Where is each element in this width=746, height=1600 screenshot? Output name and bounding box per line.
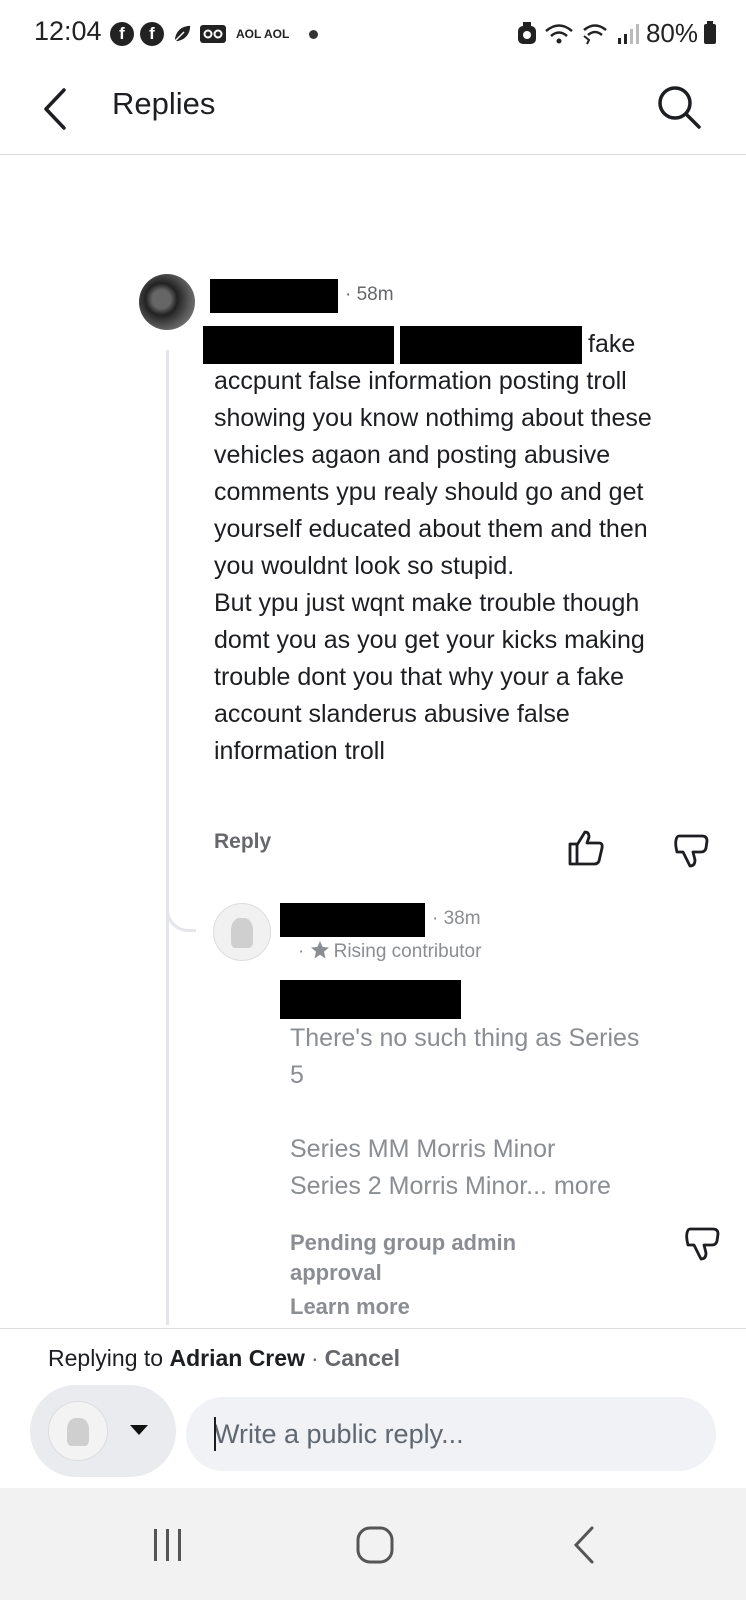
badge-separator: ·: [298, 941, 305, 962]
page-title: Replies: [112, 86, 216, 121]
user-avatar: [48, 1401, 108, 1461]
status-bar: 12:04 f f AOL AOL 80%: [0, 0, 746, 66]
back-arrow-icon[interactable]: [36, 84, 76, 134]
voicemail-icon: [200, 25, 226, 43]
comment-timestamp: · 58m: [345, 284, 394, 305]
leaf-icon: [173, 24, 192, 43]
redacted-mention: [203, 326, 394, 364]
redacted-mention: [280, 980, 461, 1019]
wifi-icon: [545, 23, 573, 43]
search-icon[interactable]: [654, 82, 704, 132]
reply-text-line: Series MM Morris Minor: [290, 1135, 556, 1163]
redacted-name: [280, 903, 425, 937]
home-icon[interactable]: [350, 1520, 400, 1570]
recent-apps-icon[interactable]: [143, 1520, 193, 1570]
alarm-icon: [517, 21, 536, 44]
reply-text-line: There's no such thing as Series: [290, 1024, 640, 1052]
back-icon[interactable]: [560, 1520, 610, 1570]
star-icon: [310, 941, 329, 959]
thread-connector: [166, 900, 196, 932]
reply-input[interactable]: [214, 1397, 716, 1471]
android-navigation-bar: [0, 1488, 746, 1600]
aol-label: AOL AOL: [236, 27, 290, 41]
clock: 12:04: [34, 16, 102, 46]
reply-avatar[interactable]: [213, 903, 271, 961]
reply-composer: Replying to Adrian Crew · Cancel: [0, 1328, 746, 1489]
system-icons: 80%: [516, 18, 716, 49]
more-notifications-dot: [309, 29, 319, 39]
learn-more-link[interactable]: Learn more: [290, 1294, 410, 1320]
facebook-icon: f: [140, 22, 164, 46]
commenter-avatar[interactable]: [139, 274, 195, 330]
reply-input-container[interactable]: [186, 1397, 716, 1471]
replying-to-label: Replying to: [48, 1345, 164, 1371]
cancel-reply-button[interactable]: Cancel: [325, 1345, 400, 1371]
notification-icons: f f AOL AOL: [110, 20, 319, 48]
pending-approval-label: Pending group admin approval: [290, 1230, 517, 1285]
dislike-icon[interactable]: [682, 1225, 722, 1265]
replies-header: Replies: [0, 66, 746, 155]
signal-icon: [617, 23, 639, 44]
contributor-badge: · Rising contributor: [298, 940, 481, 963]
thread-line: [166, 350, 169, 1325]
comment-text-start: fake: [588, 330, 636, 358]
reply-button[interactable]: Reply: [214, 830, 271, 854]
separator: ·: [310, 1345, 319, 1371]
battery-percent: 80%: [645, 18, 698, 48]
reply-timestamp: · 38m: [432, 908, 481, 929]
reply-text-line: 5: [290, 1061, 304, 1089]
text-cursor: [214, 1417, 216, 1451]
see-more-link[interactable]: more: [554, 1172, 611, 1200]
dislike-icon[interactable]: [671, 832, 711, 872]
replying-to-bar: Replying to Adrian Crew · Cancel: [48, 1345, 400, 1372]
wifi-calling-icon: [583, 23, 607, 44]
replying-to-name: Adrian Crew: [169, 1345, 305, 1371]
badge-label: Rising contributor: [333, 941, 482, 962]
redacted-name: [210, 279, 338, 313]
facebook-icon: f: [110, 22, 134, 46]
dropdown-caret-icon: [130, 1425, 148, 1435]
battery-icon: [704, 20, 716, 44]
comment-text: accpunt false information posting troll …: [214, 367, 652, 765]
redacted-mention: [400, 326, 582, 364]
reply-text-truncated: Series 2 Morris Minor...: [290, 1172, 548, 1200]
identity-switcher[interactable]: [30, 1385, 176, 1477]
reply-text-line: Series 2 Morris Minor... more: [290, 1168, 611, 1205]
like-icon[interactable]: [566, 828, 606, 868]
